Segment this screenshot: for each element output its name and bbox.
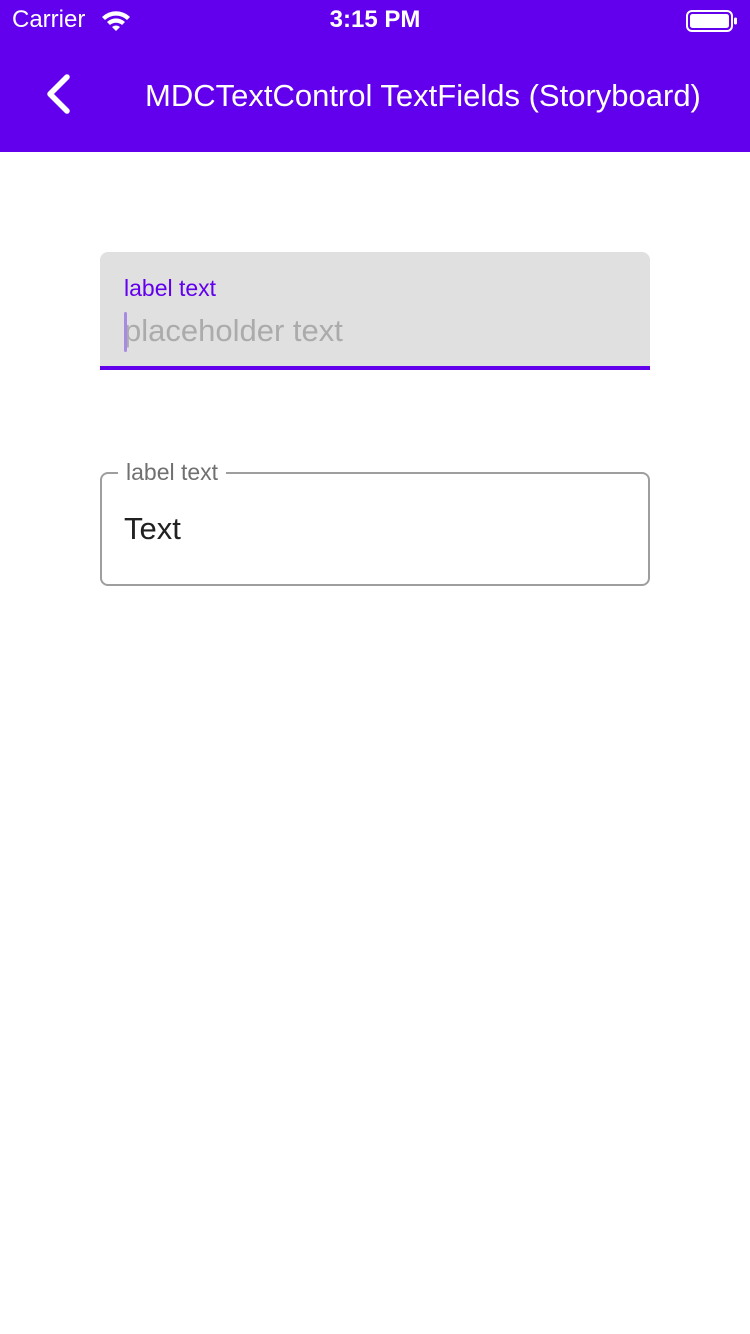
- battery-full-icon: [686, 9, 738, 33]
- outlined-text-field-label: label text: [118, 458, 227, 486]
- status-bar: Carrier 3:15 PM: [0, 0, 750, 40]
- outlined-text-field[interactable]: label text: [100, 458, 650, 586]
- filled-text-field-input[interactable]: [124, 310, 624, 352]
- filled-text-field[interactable]: label text: [100, 252, 650, 370]
- app-bar: MDCTextControl TextFields (Storyboard): [0, 40, 750, 152]
- screen: Carrier 3:15 PM MDCTextControl TextField…: [0, 0, 750, 1334]
- status-time: 3:15 PM: [329, 6, 421, 33]
- back-button[interactable]: [24, 60, 92, 132]
- chevron-left-icon: [43, 72, 73, 121]
- filled-text-field-label: label text: [124, 275, 217, 301]
- page-title: MDCTextControl TextFields (Storyboard): [145, 78, 701, 113]
- text-cursor: [124, 312, 127, 352]
- outlined-text-field-input[interactable]: [124, 508, 624, 550]
